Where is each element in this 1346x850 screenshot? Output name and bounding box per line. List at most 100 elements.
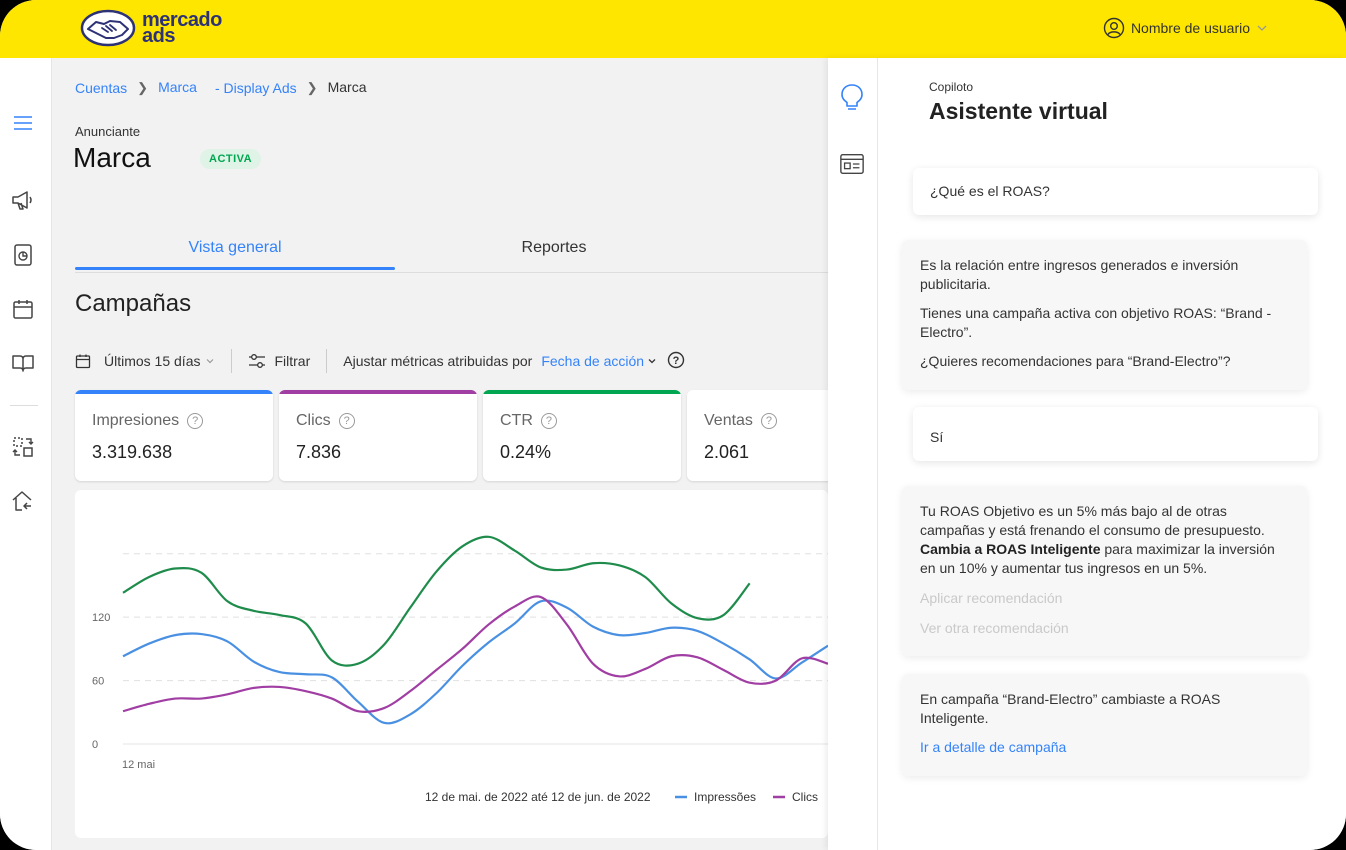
handshake-logo-icon xyxy=(80,9,136,47)
chevron-down-icon xyxy=(648,359,656,364)
book-icon[interactable] xyxy=(11,351,35,375)
breadcrumb-cuentas[interactable]: Cuentas xyxy=(75,80,127,96)
metric-label: Impresiones? xyxy=(92,412,204,430)
metric-card-impresiones[interactable]: Impresiones? 3.319.638 xyxy=(75,390,273,481)
chat-message-user: Sí xyxy=(913,407,1318,461)
tab-reportes[interactable]: Reportes xyxy=(394,239,714,257)
message-text: Tienes una campaña activa con objetivo R… xyxy=(920,305,1272,340)
advertiser-label: Anunciante xyxy=(75,124,141,139)
message-emphasis: Cambia a ROAS Inteligente xyxy=(920,541,1101,557)
chevron-right-icon: ❯ xyxy=(137,80,149,95)
tab-label: Vista general xyxy=(188,239,282,256)
status-badge: ACTIVA xyxy=(200,149,262,169)
metric-label: Clics? xyxy=(296,412,355,430)
y-tick-label: 60 xyxy=(92,676,104,688)
chat-message-bot: Tu ROAS Objetivo es un 5% más bajo al de… xyxy=(902,486,1307,656)
message-text: Es la relación entre ingresos generados … xyxy=(920,257,1239,292)
metric-label: CTR? xyxy=(500,412,557,430)
message-text: Sí xyxy=(930,428,944,445)
series-line-3 xyxy=(122,535,751,667)
date-range-select[interactable]: Últimos 15 días xyxy=(104,353,200,369)
apply-recommendation-button[interactable]: Aplicar recomendación xyxy=(920,589,1289,608)
metric-value: 3.319.638 xyxy=(92,442,173,462)
breadcrumb-display-ads[interactable]: - Display Ads xyxy=(215,80,297,96)
logo-wordmark: mercado ads xyxy=(142,10,222,46)
tab-vista-general[interactable]: Vista general xyxy=(75,239,395,270)
series-line-1 xyxy=(122,599,828,725)
message-text: ¿Quieres recomendaciones para “Brand-Ele… xyxy=(920,353,1231,369)
menu-icon[interactable] xyxy=(11,111,35,135)
chevron-down-icon xyxy=(207,359,214,364)
legend-label-impressoes: Impressões xyxy=(694,790,756,804)
copilot-rail xyxy=(828,58,878,850)
help-icon[interactable]: ? xyxy=(540,413,557,429)
top-bar: mercado ads Nombre de usuario xyxy=(0,0,1346,58)
y-tick-label: 0 xyxy=(92,739,98,751)
news-feed-icon[interactable] xyxy=(839,151,865,177)
line-chart-card: 0 60 120 12 mai 12 de mai. de 2022 até 12 de… xyxy=(75,490,828,838)
section-title: Campañas xyxy=(75,290,192,317)
other-recommendation-button[interactable]: Ver otra recomendación xyxy=(920,619,1289,638)
help-icon[interactable]: ? xyxy=(338,413,355,429)
copilot-panel: Copiloto Asistente virtual ¿Qué es el RO… xyxy=(828,58,1346,850)
chat-message-bot: En campaña “Brand-Electro” cambiaste a R… xyxy=(902,674,1307,776)
message-text: ¿Qué es el ROAS? xyxy=(930,183,1050,199)
help-icon[interactable]: ? xyxy=(760,413,777,429)
breadcrumb: Cuentas ❯ Marca - Display Ads ❯ Marca xyxy=(75,78,367,97)
filter-divider xyxy=(231,349,233,373)
message-text: En campaña “Brand-Electro” cambiaste a R… xyxy=(920,691,1221,726)
breadcrumb-marca[interactable]: Marca xyxy=(158,79,197,95)
metric-color-bar xyxy=(279,390,477,394)
message-text: Tu ROAS Objetivo es un 5% más bajo al de… xyxy=(920,503,1275,576)
metric-color-bar xyxy=(75,390,273,394)
megaphone-icon[interactable] xyxy=(11,188,35,212)
tab-active-indicator xyxy=(75,267,395,270)
metric-card-clics[interactable]: Clics? 7.836 xyxy=(279,390,477,481)
metric-value: 0.24% xyxy=(500,442,552,462)
metric-card-ventas[interactable]: Ventas? 2.061 xyxy=(687,390,837,481)
filter-button[interactable]: Filtrar xyxy=(274,353,310,369)
left-navigation-rail xyxy=(0,58,52,850)
attribution-select[interactable]: Fecha de acción xyxy=(541,353,657,369)
y-tick-label: 120 xyxy=(92,612,110,624)
chart-date-range: 12 de mai. de 2022 até 12 de jun. de 202… xyxy=(425,790,651,804)
app-window: mercado ads Nombre de usuario Cuentas ❯ … xyxy=(0,0,1346,850)
x-tick-label: 12 mai xyxy=(122,759,155,771)
copilot-eyebrow: Copiloto xyxy=(929,80,974,94)
legend-label-clics: Clics xyxy=(792,790,818,804)
user-name: Nombre de usuario xyxy=(1130,20,1250,36)
home-return-icon[interactable] xyxy=(11,489,35,513)
attribution-label: Ajustar métricas atribuidas por xyxy=(343,353,533,369)
calendar-icon xyxy=(75,354,91,369)
metric-value: 7.836 xyxy=(296,442,342,462)
calendar-icon[interactable] xyxy=(11,297,35,321)
lightbulb-icon[interactable] xyxy=(839,84,865,110)
chat-message-user: ¿Qué es el ROAS? xyxy=(913,168,1318,215)
line-chart: 0 60 120 12 mai 12 de mai. de 2022 até 12 de… xyxy=(92,535,828,804)
breadcrumb-current: Marca xyxy=(327,78,367,95)
attribution-value: Fecha de acción xyxy=(541,353,645,369)
tab-bar: Vista general Reportes xyxy=(75,232,828,273)
metric-value: 2.061 xyxy=(704,442,750,462)
metric-label: Ventas? xyxy=(704,412,777,430)
metric-cards: Impresiones? 3.319.638 Clics? 7.836 CTR?… xyxy=(75,390,837,481)
report-document-icon[interactable] xyxy=(11,243,35,267)
chevron-right-icon: ❯ xyxy=(306,80,318,95)
mercado-ads-logo[interactable]: mercado ads xyxy=(80,8,222,48)
chevron-down-icon xyxy=(1257,25,1267,31)
swap-accounts-icon[interactable] xyxy=(11,435,35,459)
filter-sliders-icon xyxy=(249,354,266,368)
help-icon[interactable]: ? xyxy=(187,413,204,429)
chat-message-bot: Es la relación entre ingresos generados … xyxy=(902,240,1307,390)
copilot-title: Asistente virtual xyxy=(929,98,1108,124)
main-content: Cuentas ❯ Marca - Display Ads ❯ Marca An… xyxy=(52,58,837,850)
advertiser-name: Marca xyxy=(73,142,151,173)
tab-label: Reportes xyxy=(521,239,587,256)
rail-divider xyxy=(10,405,38,406)
filter-divider xyxy=(326,349,328,373)
svg-text:?: ? xyxy=(673,354,680,366)
user-menu[interactable]: Nombre de usuario xyxy=(1103,17,1268,39)
help-icon[interactable]: ? xyxy=(667,351,685,372)
metric-card-ctr[interactable]: CTR? 0.24% xyxy=(483,390,681,481)
campaign-detail-link[interactable]: Ir a detalle de campaña xyxy=(920,738,1289,757)
